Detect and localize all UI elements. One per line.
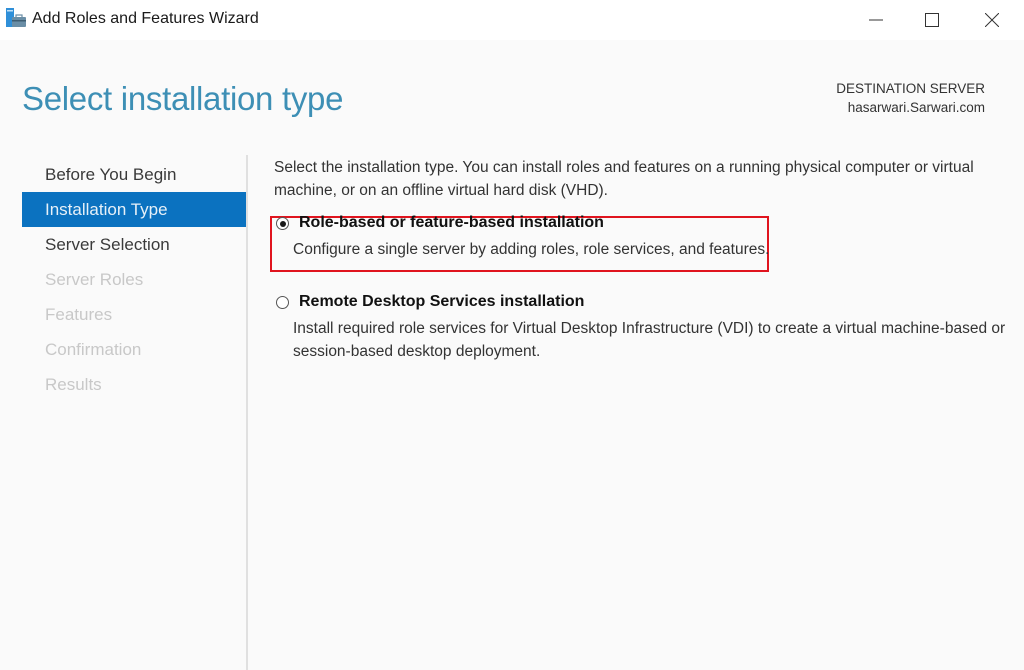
nav-item-confirmation: Confirmation bbox=[45, 340, 142, 359]
window-title: Add Roles and Features Wizard bbox=[32, 10, 259, 27]
radio-remote-desktop[interactable] bbox=[276, 296, 289, 309]
destination-server-label: DESTINATION SERVER bbox=[836, 81, 985, 96]
nav-item-results: Results bbox=[45, 375, 102, 394]
intro-text: Select the installation type. You can in… bbox=[274, 159, 974, 199]
title-bar: Add Roles and Features Wizard bbox=[0, 0, 1024, 40]
main-content: Select the installation type. You can in… bbox=[270, 156, 1005, 360]
nav-item-features: Features bbox=[45, 305, 113, 324]
minimize-icon bbox=[869, 19, 883, 21]
option-label[interactable]: Remote Desktop Services installation bbox=[299, 293, 584, 311]
option-label[interactable]: Role-based or feature-based installation bbox=[299, 214, 604, 232]
wizard-steps-nav: Before You Begin Installation Type Serve… bbox=[22, 157, 246, 402]
sidebar-divider bbox=[246, 155, 248, 670]
minimize-button[interactable] bbox=[848, 0, 904, 40]
server-toolbox-icon bbox=[6, 8, 26, 27]
option-description: Install required role services for Virtu… bbox=[293, 320, 1006, 360]
radio-role-based[interactable] bbox=[276, 217, 289, 230]
nav-item-server-roles: Server Roles bbox=[45, 270, 144, 289]
page-title: Select installation type bbox=[22, 80, 344, 117]
nav-item-server-selection[interactable]: Server Selection bbox=[22, 227, 246, 262]
destination-server-name: hasarwari.Sarwari.com bbox=[847, 100, 985, 115]
maximize-icon bbox=[925, 13, 939, 27]
maximize-button[interactable] bbox=[904, 0, 960, 40]
nav-item-before-you-begin[interactable]: Before You Begin bbox=[22, 157, 246, 192]
option-description: Configure a single server by adding role… bbox=[293, 241, 770, 258]
destination-server-info: DESTINATION SERVER hasarwari.Sarwari.com bbox=[836, 79, 985, 117]
nav-item-installation-type[interactable]: Installation Type bbox=[22, 192, 246, 227]
close-button[interactable] bbox=[964, 0, 1020, 40]
close-icon bbox=[985, 13, 999, 27]
